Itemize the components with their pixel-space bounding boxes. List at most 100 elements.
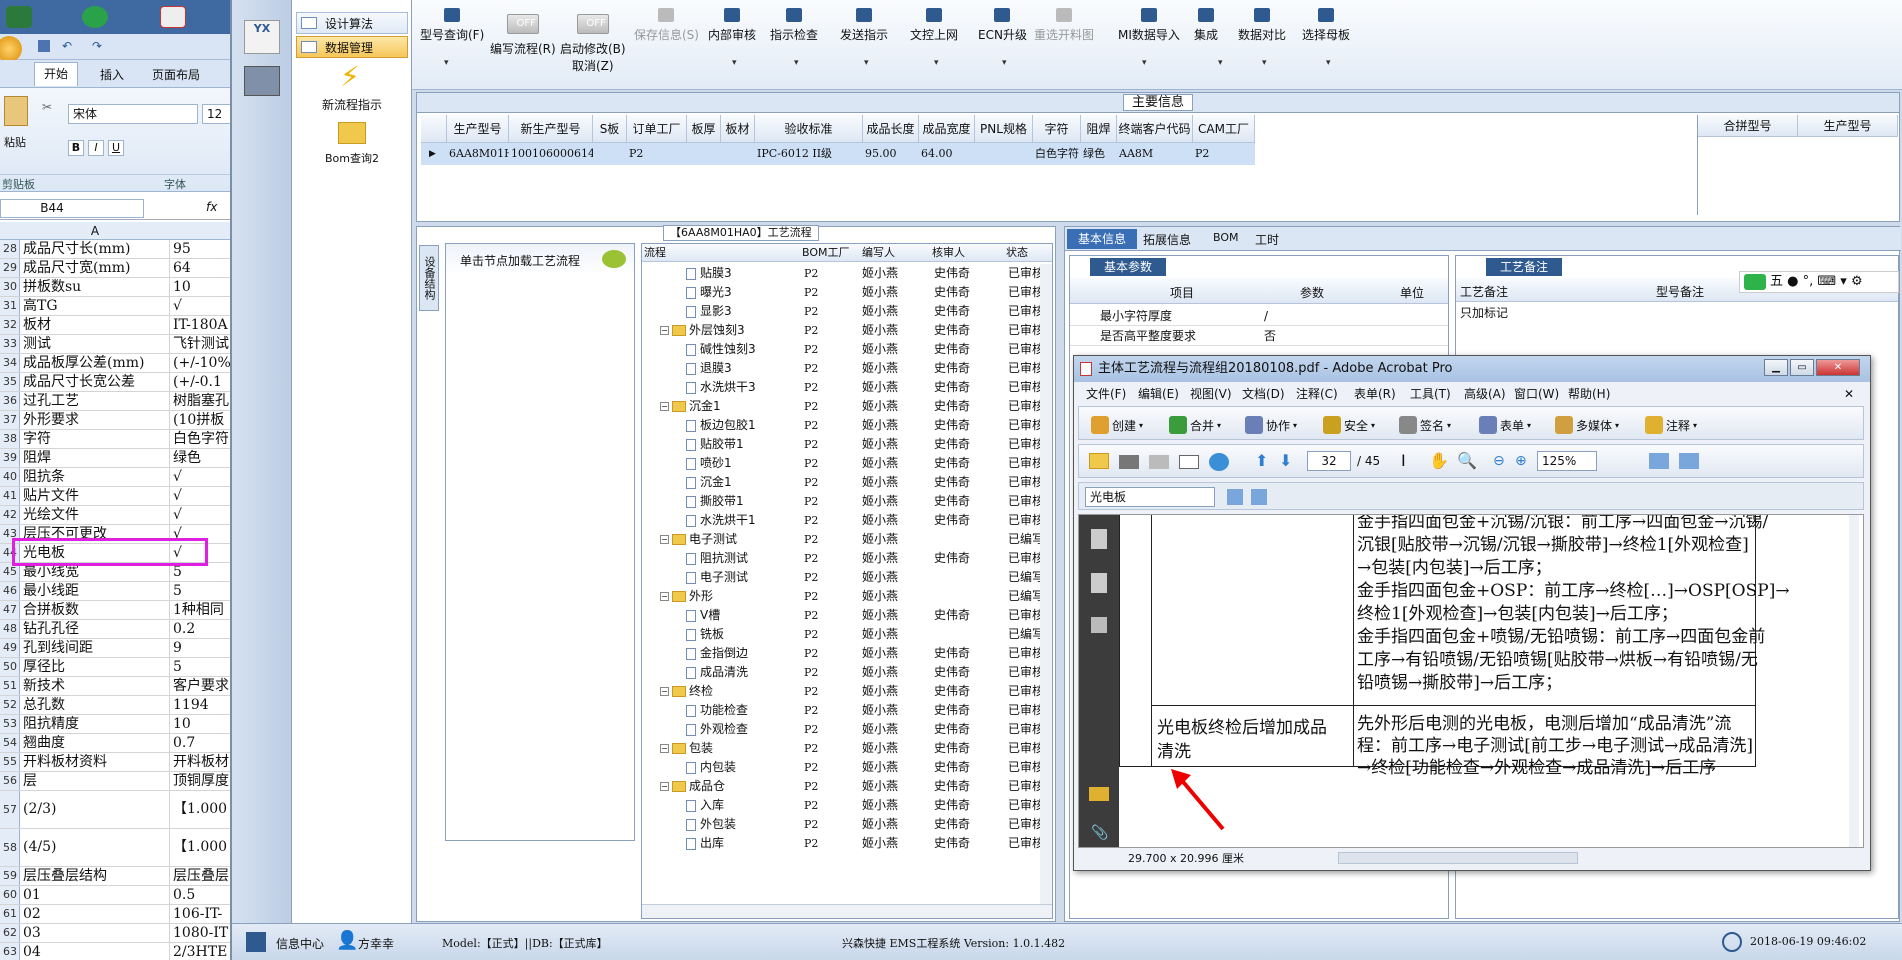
row-number[interactable]: 48 — [0, 620, 20, 638]
toolbar-button[interactable]: 发送指示 — [840, 8, 888, 43]
toolbar-button[interactable]: 文控上网 — [910, 8, 958, 43]
cell-a[interactable]: 字符 — [20, 430, 170, 448]
save-icon[interactable] — [1149, 455, 1169, 469]
cell-a[interactable]: (4/5) — [20, 829, 170, 866]
cell-a[interactable]: 最小线距 — [20, 582, 170, 600]
tree-row[interactable]: V槽 P2 姬小燕 史伟奇 已审核 — [642, 606, 1040, 625]
column-header[interactable]: 板材 — [721, 115, 755, 143]
cell-a[interactable]: 02 — [20, 905, 170, 923]
cell-value[interactable]: 白色字符 — [1035, 143, 1081, 165]
cell-b[interactable]: √ — [170, 506, 230, 524]
folder-icon[interactable] — [338, 122, 366, 144]
cell-a[interactable]: 板材 — [20, 316, 170, 334]
toggle-switch[interactable]: OFF — [576, 14, 609, 34]
cell-a[interactable]: 成品尺寸长(mm) — [20, 240, 170, 258]
load-flow-button[interactable]: 单击节点加载工艺流程 — [460, 252, 580, 269]
cell-a[interactable]: 04 — [20, 943, 170, 960]
zoom-select[interactable]: 125% — [1537, 451, 1597, 471]
tree-node[interactable]: 板边包胶1 — [686, 416, 756, 435]
cell-value[interactable]: 64.00 — [921, 143, 975, 165]
cell-a[interactable]: 拼板数su — [20, 278, 170, 296]
column-header[interactable]: 阻焊 — [1081, 115, 1117, 143]
column-header[interactable]: S板 — [593, 115, 627, 143]
toolbar-button[interactable]: 型号查询(F) — [420, 8, 484, 43]
cell-value[interactable]: 绿色 — [1083, 143, 1117, 165]
find-next-icon[interactable] — [1251, 489, 1267, 505]
zoom-tool-icon[interactable]: 🔍 — [1457, 451, 1477, 471]
tab-work-hours[interactable]: 工时 — [1255, 231, 1279, 248]
row-number[interactable]: 59 — [0, 867, 20, 885]
cell-b[interactable]: √ — [170, 297, 230, 315]
zoom-out-icon[interactable]: ⊖ — [1493, 451, 1513, 471]
tree-row[interactable]: 入库 P2 姬小燕 史伟奇 已审核 — [642, 796, 1040, 815]
tree-node[interactable]: 水洗烘干1 — [686, 511, 756, 530]
row-number[interactable]: 32 — [0, 316, 20, 334]
row-number[interactable]: 36 — [0, 392, 20, 410]
collapse-icon[interactable]: − — [660, 687, 669, 696]
collapse-icon[interactable]: − — [660, 326, 669, 335]
task-button[interactable]: 多媒体 ▾ — [1555, 416, 1619, 434]
tree-node[interactable]: − 终检 — [660, 682, 713, 701]
paste-icon[interactable] — [4, 96, 28, 126]
tab-page-layout[interactable]: 页面布局 — [152, 66, 200, 83]
cell-b[interactable]: 【1.000 — [170, 829, 230, 866]
menu-item[interactable]: 窗口(W) — [1514, 384, 1559, 404]
cell-a[interactable]: 成品板厚公差(mm) — [20, 354, 170, 372]
chevron-down-icon[interactable]: ▾ — [732, 58, 737, 68]
tree-node[interactable]: 内包装 — [686, 758, 736, 777]
next-page-icon[interactable]: ⬇ — [1279, 451, 1299, 471]
task-button[interactable]: 表单 ▾ — [1479, 416, 1531, 434]
bookmarks-icon[interactable] — [1091, 573, 1107, 593]
chevron-down-icon[interactable]: ▾ — [1002, 58, 1007, 68]
chevron-down-icon[interactable]: ▾ — [1218, 58, 1223, 68]
tree-node[interactable]: − 外层蚀刻3 — [660, 321, 745, 340]
tab-basic-info[interactable]: 基本信息 — [1067, 229, 1137, 249]
task-button[interactable]: 创建 ▾ — [1091, 416, 1143, 434]
redo-icon[interactable]: ↷ — [92, 40, 106, 52]
cell-b[interactable]: 10 — [170, 278, 230, 296]
row-number[interactable]: 37 — [0, 411, 20, 429]
close-button[interactable]: ✕ — [1816, 359, 1860, 376]
collapse-icon[interactable]: − — [660, 782, 669, 791]
cell-value[interactable]: P2 — [1195, 143, 1255, 165]
tree-row[interactable]: 沉金1 P2 姬小燕 史伟奇 已审核 — [642, 473, 1040, 492]
tab-extended-info[interactable]: 拓展信息 — [1143, 231, 1191, 248]
tree-row[interactable]: − 沉金1 P2 姬小燕 史伟奇 已审核 — [642, 397, 1040, 416]
cell-value[interactable]: AA8M — [1119, 143, 1193, 165]
fit-page-icon[interactable] — [1649, 453, 1669, 469]
task-button[interactable]: 注释 ▾ — [1645, 416, 1697, 434]
task-button[interactable]: 安全 ▾ — [1323, 416, 1375, 434]
nav-item-design-algorithm[interactable]: 设计算法 — [296, 12, 408, 34]
tab-home[interactable]: 开始 — [34, 62, 78, 86]
tree-node[interactable]: 电子测试 — [686, 568, 748, 587]
cell-b[interactable]: 白色字符 — [170, 430, 230, 448]
attachments-icon[interactable]: 📎 — [1091, 825, 1108, 841]
tree-node[interactable]: 贴膜3 — [686, 264, 732, 283]
pdf-hscrollbar[interactable] — [1338, 852, 1578, 864]
cell-b[interactable]: 10 — [170, 715, 230, 733]
tree-row[interactable]: 电子测试 P2 姬小燕 已编写 — [642, 568, 1040, 587]
collapse-icon[interactable]: − — [660, 744, 669, 753]
tree-node[interactable]: 退膜3 — [686, 359, 732, 378]
cell-b[interactable]: 5 — [170, 582, 230, 600]
tree-node[interactable]: − 外形 — [660, 587, 713, 606]
tree-row[interactable]: 成品清洗 P2 姬小燕 史伟奇 已审核 — [642, 663, 1040, 682]
tree-node[interactable]: − 包装 — [660, 739, 713, 758]
save-icon[interactable] — [38, 40, 50, 52]
row-number[interactable]: 52 — [0, 696, 20, 714]
comments-icon[interactable] — [1089, 787, 1109, 801]
task-button[interactable]: 合并 ▾ — [1169, 416, 1221, 434]
row-number[interactable]: 55 — [0, 753, 20, 771]
column-header[interactable]: 生产型号 — [447, 115, 509, 143]
toolbar-button[interactable]: 指示检查 — [770, 8, 818, 43]
tree-node[interactable]: 功能检查 — [686, 701, 748, 720]
row-number[interactable]: 63 — [0, 943, 20, 960]
cell-a[interactable]: 厚径比 — [20, 658, 170, 676]
tab-process-remark[interactable]: 工艺备注 — [1486, 258, 1562, 276]
chevron-down-icon[interactable]: ▾ — [934, 58, 939, 68]
cell-b[interactable]: 顶铜厚度 — [170, 772, 230, 790]
tree-node[interactable]: 水洗烘干3 — [686, 378, 756, 397]
cell-b[interactable]: 客户要求 — [170, 677, 230, 695]
menu-item[interactable]: 编辑(E) — [1138, 384, 1179, 404]
tree-row[interactable]: 出库 P2 姬小燕 史伟奇 已审核 — [642, 834, 1040, 853]
